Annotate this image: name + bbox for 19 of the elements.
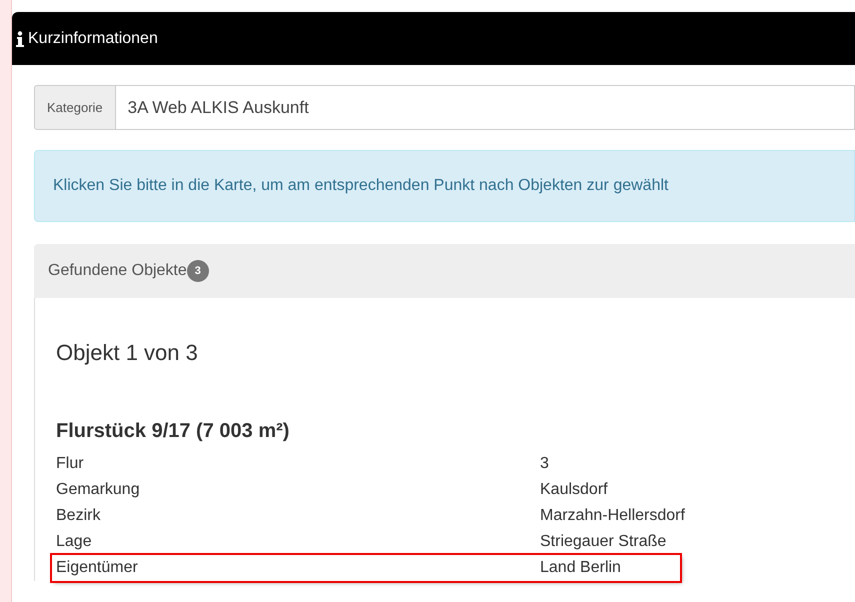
info-alert: Klicken Sie bitte in die Karte, um am entsprechenden Punkt nach Objekten zur gewählt <box>34 150 855 222</box>
window-title: Kurzinformationen <box>28 28 158 48</box>
field-label: Bezirk <box>56 506 102 526</box>
field-label: Lage <box>56 532 93 552</box>
field-label: Flur <box>56 454 85 474</box>
category-select[interactable]: 3A Web ALKIS Auskunft <box>116 85 855 130</box>
field-value: Kaulsdorf <box>540 480 608 500</box>
info-icon <box>16 30 24 46</box>
field-value: Marzahn-Hellersdorf <box>540 506 685 526</box>
field-value: Land Berlin <box>540 558 621 578</box>
field-label: Eigentümer <box>56 558 139 578</box>
field-value: Striegauer Straße <box>540 532 666 552</box>
category-label: Kategorie <box>34 85 116 130</box>
object-heading: Flurstück 9/17 (7 003 m²) <box>56 419 290 443</box>
panel-title: Gefundene Objekte <box>48 261 187 281</box>
count-badge: 3 <box>186 260 209 282</box>
field-label: Gemarkung <box>56 480 141 500</box>
field-value: 3 <box>540 454 549 474</box>
object-counter: Objekt 1 von 3 <box>56 339 199 367</box>
